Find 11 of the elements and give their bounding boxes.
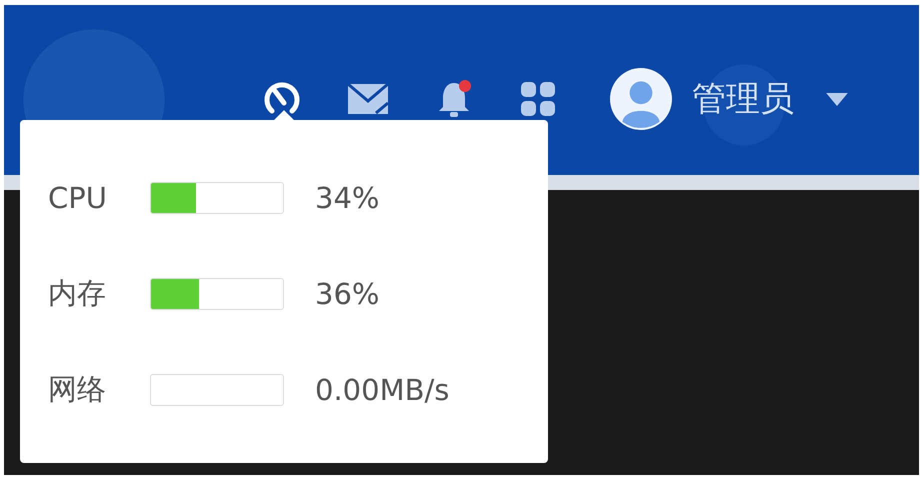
metric-label: 内存: [48, 275, 107, 312]
metric-label: 网络: [48, 371, 107, 408]
metric-value: 0.00MB/s: [315, 373, 450, 407]
mail-icon[interactable]: [346, 81, 390, 117]
apps-icon[interactable]: [518, 79, 558, 119]
user-name[interactable]: 管理员: [692, 76, 794, 122]
caret-icon[interactable]: [826, 92, 848, 106]
metric-value: 34%: [315, 181, 380, 215]
metric-label: CPU: [48, 181, 108, 215]
metric-value: 36%: [315, 277, 380, 311]
avatar-icon[interactable]: [610, 68, 672, 130]
